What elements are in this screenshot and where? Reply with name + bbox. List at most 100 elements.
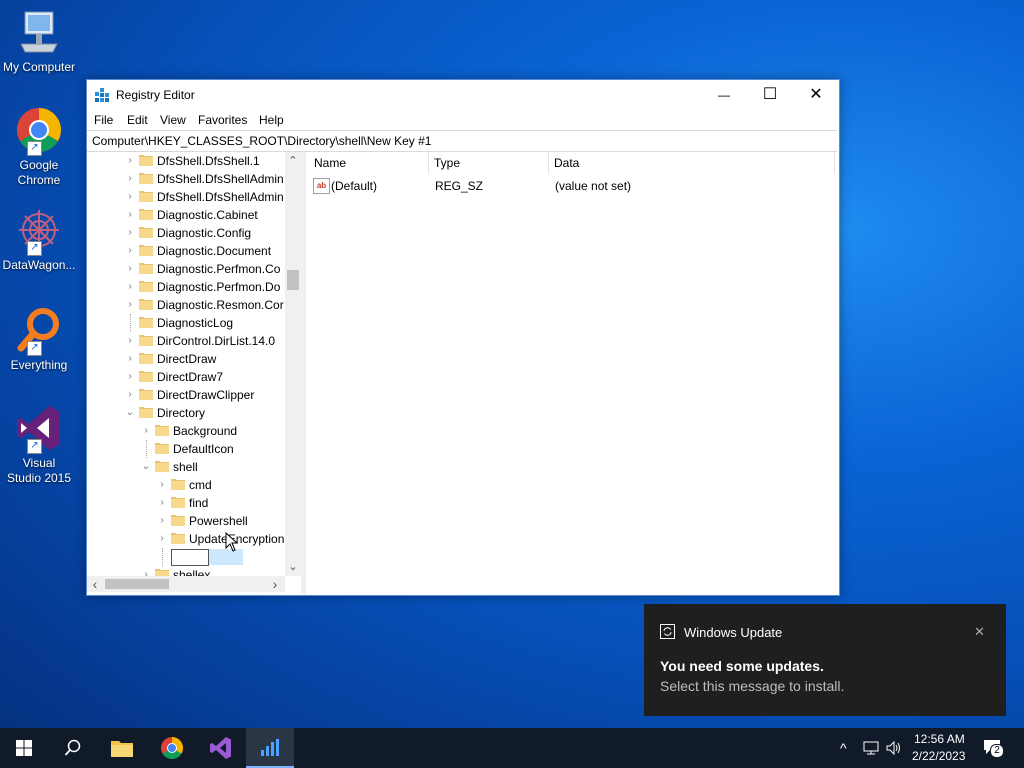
expand-chevron-icon[interactable] (162, 548, 163, 566)
column-divider[interactable] (548, 152, 549, 174)
values-list[interactable]: Name Type Data ab (Default) REG_SZ (valu… (306, 152, 837, 594)
tree-node-label: Diagnostic.Document (157, 244, 272, 258)
minimize-button[interactable]: — (701, 80, 747, 110)
clock-time[interactable]: 12:56 AM (914, 732, 965, 746)
tree-node[interactable]: › Diagnostic.Config (125, 224, 301, 242)
taskbar-chrome[interactable] (148, 728, 196, 768)
tree-node[interactable]: ⌄ shell (141, 458, 301, 476)
tree-node-label: cmd (189, 478, 212, 492)
menu-view[interactable]: View (160, 113, 186, 127)
expand-chevron-icon[interactable] (146, 440, 147, 458)
notification-toast[interactable]: Windows Update ✕ You need some updates. … (644, 604, 1006, 716)
title-bar[interactable]: Registry Editor — ☐ ✕ (87, 80, 839, 110)
scroll-up-button[interactable]: ⌃ (285, 152, 301, 168)
expand-chevron-icon[interactable]: › (125, 260, 135, 278)
tree-node[interactable]: › Background (141, 422, 301, 440)
expand-chevron-icon[interactable]: › (125, 188, 135, 206)
tree-node[interactable]: › DfsShell.DfsShellAdmin (125, 170, 301, 188)
expand-chevron-icon[interactable]: › (125, 368, 135, 386)
menu-favorites[interactable]: Favorites (198, 113, 247, 127)
expand-chevron-icon[interactable] (130, 314, 131, 332)
tree-horizontal-scrollbar[interactable]: ‹ › (87, 576, 285, 592)
collapse-chevron-icon[interactable]: ⌄ (125, 404, 135, 422)
column-header-name[interactable]: Name (314, 156, 346, 170)
tree-node[interactable]: DiagnosticLog (125, 314, 301, 332)
address-path[interactable]: Computer\HKEY_CLASSES_ROOT\Directory\she… (92, 134, 431, 148)
expand-chevron-icon[interactable]: › (125, 278, 135, 296)
tree-node[interactable]: › find (157, 494, 301, 512)
menu-file[interactable]: File (94, 113, 113, 127)
tree-node[interactable]: › DfsShell.DfsShellAdmin (125, 188, 301, 206)
tree-node[interactable]: ⌄ Directory (125, 404, 301, 422)
tree-node[interactable]: › DirControl.DirList.14.0 (125, 332, 301, 350)
expand-chevron-icon[interactable]: › (125, 296, 135, 314)
close-button[interactable]: ✕ (793, 80, 839, 110)
scroll-right-button[interactable]: › (267, 576, 283, 592)
expand-chevron-icon[interactable]: › (157, 530, 167, 548)
column-divider[interactable] (834, 152, 835, 174)
volume-icon[interactable] (886, 741, 902, 755)
tree-node[interactable]: DefaultIcon (141, 440, 301, 458)
desktop-icon-my-computer[interactable]: My Computer (0, 8, 78, 75)
tree-node[interactable]: › DirectDraw7 (125, 368, 301, 386)
tree-node[interactable]: › Diagnostic.Perfmon.Do (125, 278, 301, 296)
expand-chevron-icon[interactable]: › (125, 152, 135, 170)
taskbar-datawagon[interactable] (246, 728, 294, 768)
string-value-icon: ab (313, 178, 330, 194)
search-button[interactable] (48, 728, 96, 768)
scroll-left-button[interactable]: ‹ (87, 576, 103, 592)
tray-overflow-icon[interactable]: ^ (840, 740, 847, 756)
window-title: Registry Editor (116, 88, 195, 102)
desktop-icon-datawagon[interactable]: ↗ DataWagon... (0, 206, 78, 273)
tree-node[interactable]: › Diagnostic.Document (125, 242, 301, 260)
tree-node[interactable]: › DfsShell.DfsShell.1 (125, 152, 301, 170)
scroll-thumb[interactable] (287, 270, 299, 290)
column-header-type[interactable]: Type (434, 156, 460, 170)
taskbar-file-explorer[interactable] (98, 728, 146, 768)
toast-close-icon[interactable]: ✕ (974, 624, 985, 640)
start-button[interactable] (0, 728, 48, 768)
maximize-button[interactable]: ☐ (747, 80, 793, 110)
expand-chevron-icon[interactable]: › (125, 170, 135, 188)
tree-node[interactable]: › Diagnostic.Cabinet (125, 206, 301, 224)
scroll-thumb[interactable] (105, 579, 169, 589)
expand-chevron-icon[interactable]: › (125, 332, 135, 350)
desktop-icon-everything[interactable]: ↗ Everything (0, 306, 78, 373)
expand-chevron-icon[interactable]: › (125, 242, 135, 260)
column-header-data[interactable]: Data (554, 156, 579, 170)
expand-chevron-icon[interactable]: › (125, 206, 135, 224)
value-row[interactable]: ab (Default) REG_SZ (value not set) (306, 177, 831, 195)
network-icon[interactable] (863, 741, 879, 755)
clock-date[interactable]: 2/22/2023 (912, 749, 965, 763)
maximize-icon: ☐ (762, 86, 778, 103)
menu-help[interactable]: Help (259, 113, 284, 127)
folder-icon (139, 263, 153, 274)
desktop-icon-visual-studio[interactable]: ↗ Visual Studio 2015 (0, 404, 78, 486)
tree-node[interactable]: › DirectDraw (125, 350, 301, 368)
expand-chevron-icon[interactable]: › (157, 512, 167, 530)
expand-chevron-icon[interactable]: › (157, 476, 167, 494)
registry-tree[interactable]: › DfsShell.DfsShell.1 › DfsShell.DfsShellAd… (87, 152, 302, 594)
tree-node[interactable]: › cmd (157, 476, 301, 494)
column-divider[interactable] (428, 152, 429, 174)
desktop-icon-google-chrome[interactable]: ↗ Google Chrome (0, 106, 78, 188)
windows-update-icon (660, 624, 675, 639)
tree-node-label: DfsShell.DfsShellAdmin (157, 190, 284, 204)
tree-vertical-scrollbar[interactable]: ⌃ ⌄ (285, 152, 301, 576)
tree-node[interactable]: › Diagnostic.Resmon.Cor (125, 296, 301, 314)
tree-node[interactable]: › Powershell (157, 512, 301, 530)
tree-node-rename-input[interactable] (171, 549, 209, 566)
tree-node[interactable]: › Diagnostic.Perfmon.Co (125, 260, 301, 278)
expand-chevron-icon[interactable]: › (157, 494, 167, 512)
scroll-down-button[interactable]: ⌄ (285, 560, 301, 576)
action-center-button[interactable]: 2 (980, 736, 1008, 760)
collapse-chevron-icon[interactable]: ⌄ (141, 458, 151, 476)
taskbar-visual-studio[interactable] (198, 728, 246, 768)
menu-edit[interactable]: Edit (127, 113, 148, 127)
expand-chevron-icon[interactable]: › (141, 422, 151, 440)
address-bar[interactable]: Computer\HKEY_CLASSES_ROOT\Directory\she… (87, 130, 837, 152)
tree-node[interactable]: › DirectDrawClipper (125, 386, 301, 404)
expand-chevron-icon[interactable]: › (125, 386, 135, 404)
expand-chevron-icon[interactable]: › (125, 224, 135, 242)
expand-chevron-icon[interactable]: › (125, 350, 135, 368)
